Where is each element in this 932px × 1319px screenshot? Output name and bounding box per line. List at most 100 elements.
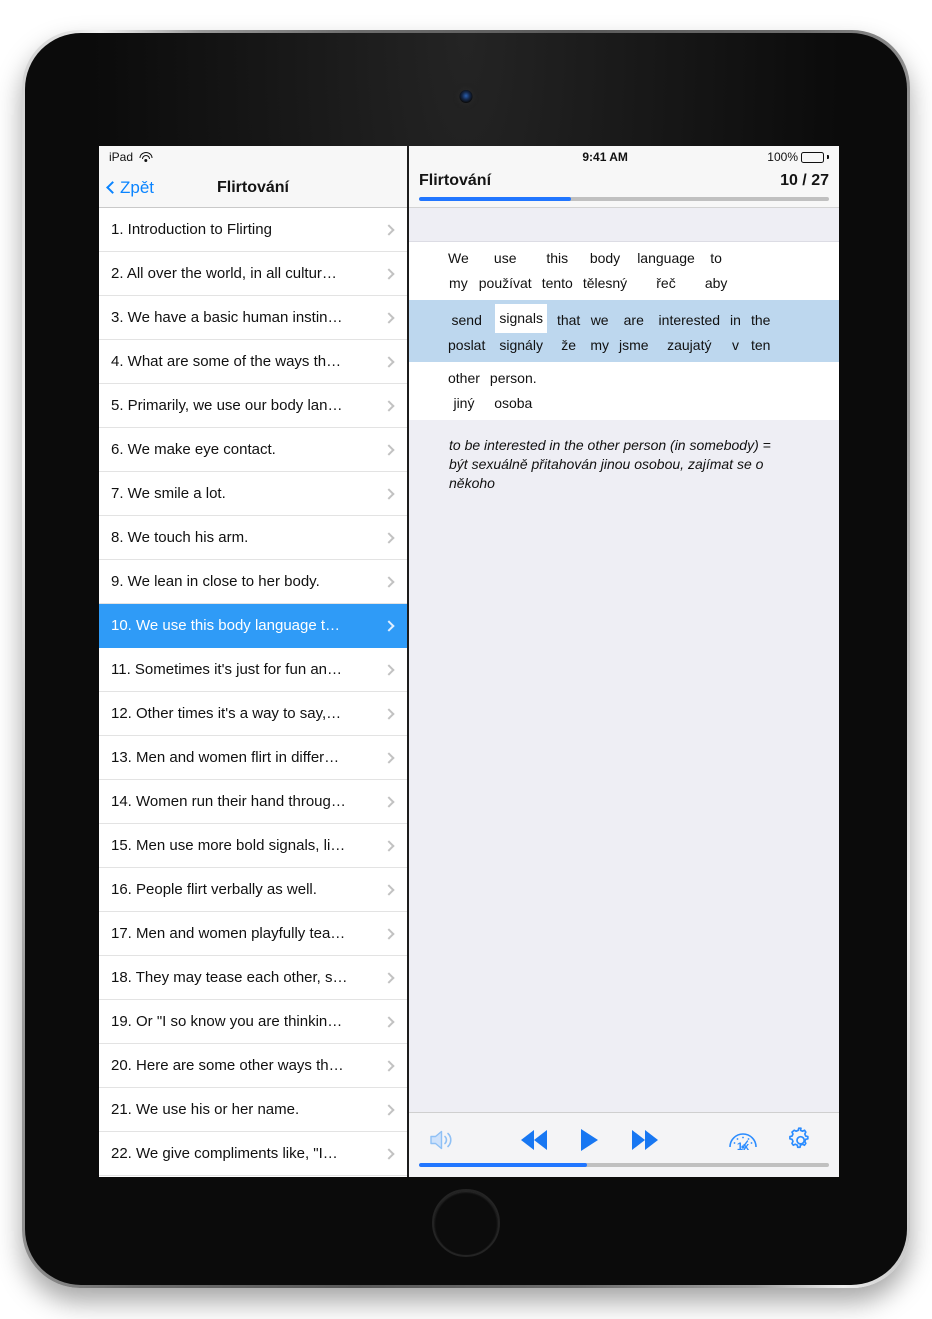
word-pair-current[interactable]: signals signály [490, 304, 552, 358]
word-pair[interactable]: this tento [537, 246, 578, 296]
chevron-right-icon [383, 443, 395, 456]
lesson-list-item[interactable]: 18. They may tease each other, s… [99, 956, 407, 1000]
lesson-list-item[interactable]: 8. We touch his arm. [99, 516, 407, 560]
lesson-list-item[interactable]: 20. Here are some other ways th… [99, 1044, 407, 1088]
word-pair[interactable]: send poslat [443, 308, 490, 358]
word-pair[interactable]: the ten [746, 308, 775, 358]
lesson-list-item-label: 13. Men and women flirt in differ… [111, 749, 340, 766]
lesson-list-item[interactable]: 12. Other times it's a way to say,… [99, 692, 407, 736]
word-translation: signály [499, 337, 543, 353]
lesson-list-item-label: 3. We have a basic human instin… [111, 309, 343, 326]
sentence-line-active[interactable]: send poslat signals signály that že we my are jsm… [409, 300, 839, 362]
chevron-right-icon [383, 311, 395, 324]
reader-header-row: Flirtování 10 / 27 [419, 172, 829, 190]
lesson-list-item-label: 17. Men and women playfully tea… [111, 925, 346, 942]
chevron-right-icon [383, 1103, 395, 1116]
word-translation: zaujatý [667, 337, 712, 353]
rewind-icon[interactable] [520, 1130, 547, 1150]
transport-controls [465, 1129, 713, 1151]
word-pair[interactable]: we my [585, 308, 614, 358]
word-translation: řeč [656, 275, 676, 291]
word-pair[interactable]: language řeč [632, 246, 700, 296]
speaker-volume-icon[interactable] [419, 1127, 465, 1153]
word-pair[interactable]: to aby [700, 246, 733, 296]
word-pair[interactable]: We my [443, 246, 474, 296]
lesson-list-item[interactable]: 11. Sometimes it's just for fun an… [99, 648, 407, 692]
lesson-list-item[interactable]: 22. We give compliments like, "I… [99, 1132, 407, 1176]
bilingual-text-block[interactable]: We my use používat this tento body tělesný langu… [409, 242, 839, 420]
status-bar-left: iPad [99, 146, 407, 168]
toolbar-buttons: 1x [419, 1119, 829, 1161]
lesson-list-item[interactable]: 13. Men and women flirt in differ… [99, 736, 407, 780]
wifi-icon [139, 151, 153, 163]
chevron-right-icon [383, 531, 395, 544]
lesson-list-item[interactable]: 3. We have a basic human instin… [99, 296, 407, 340]
lesson-list[interactable]: 1. Introduction to Flirting 2. All over t… [99, 208, 407, 1177]
chevron-right-icon [383, 267, 395, 280]
word-pair[interactable]: that že [552, 308, 585, 358]
lesson-list-item[interactable]: 2. All over the world, in all cultur… [99, 252, 407, 296]
lesson-list-item[interactable]: 5. Primarily, we use our body lan… [99, 384, 407, 428]
lesson-list-item[interactable]: 6. We make eye contact. [99, 428, 407, 472]
lesson-list-item[interactable]: 7. We smile a lot. [99, 472, 407, 516]
word-pair[interactable]: use používat [474, 246, 537, 296]
lesson-list-item[interactable]: 4. What are some of the ways th… [99, 340, 407, 384]
word-translation: aby [704, 275, 728, 291]
lesson-list-item[interactable]: 14. Women run their hand throug… [99, 780, 407, 824]
word-translation: že [561, 337, 577, 353]
ipad-screen: iPad Zpět Flirtování 1. Introduction to … [99, 146, 839, 1177]
speedometer-icon[interactable]: 1x [713, 1127, 773, 1153]
split-view: iPad Zpět Flirtování 1. Introduction to … [99, 146, 839, 1177]
page-counter: 10 / 27 [780, 172, 829, 189]
lesson-list-item-label: 11. Sometimes it's just for fun an… [111, 661, 343, 678]
word-pair[interactable]: in v [725, 308, 746, 358]
word-pair[interactable]: are jsme [614, 308, 654, 358]
back-button[interactable]: Zpět [106, 178, 154, 198]
chevron-right-icon [383, 927, 395, 940]
word-translation: my [590, 337, 609, 353]
word-source: We [448, 250, 469, 266]
lesson-list-item[interactable]: 17. Men and women playfully tea… [99, 912, 407, 956]
reader-content: We my use používat this tento body tělesný langu… [409, 208, 839, 1112]
sentence-line[interactable]: other jiný person. osoba [409, 362, 839, 420]
lesson-list-item-label: 8. We touch his arm. [111, 529, 249, 546]
word-pair[interactable]: body tělesný [578, 246, 632, 296]
note-panel: to be interested in the other person (in… [409, 420, 839, 1112]
reading-progress-bar[interactable] [419, 197, 829, 201]
lesson-list-item[interactable]: 10. We use this body language t… [99, 604, 407, 648]
lesson-list-item[interactable]: 1. Introduction to Flirting [99, 208, 407, 252]
word-pair[interactable]: interested zaujatý [654, 308, 725, 358]
lesson-list-item[interactable]: 15. Men use more bold signals, li… [99, 824, 407, 868]
word-source: this [546, 250, 569, 266]
word-source: person. [489, 370, 537, 386]
word-source: the [750, 312, 771, 328]
word-pair[interactable]: other jiný [443, 366, 485, 416]
word-translation: poslat [448, 337, 486, 353]
lesson-list-item[interactable]: 16. People flirt verbally as well. [99, 868, 407, 912]
reader-title: Flirtování [419, 172, 492, 189]
lesson-list-item[interactable]: 21. We use his or her name. [99, 1088, 407, 1132]
audio-progress-bar[interactable] [419, 1163, 829, 1167]
word-pair[interactable]: person. osoba [485, 366, 542, 416]
play-icon[interactable] [580, 1129, 598, 1151]
ipad-bezel: iPad Zpět Flirtování 1. Introduction to … [25, 33, 907, 1285]
fast-forward-icon[interactable] [631, 1130, 658, 1150]
lesson-list-item-label: 22. We give compliments like, "I… [111, 1145, 338, 1162]
word-translation: jsme [618, 337, 649, 353]
lesson-list-item[interactable]: 9. We lean in close to her body. [99, 560, 407, 604]
gear-icon[interactable] [773, 1125, 829, 1155]
word-source: body [589, 250, 621, 266]
home-button[interactable] [432, 1189, 500, 1257]
word-source: send [451, 312, 482, 328]
chevron-right-icon [383, 1059, 395, 1072]
chevron-right-icon [383, 355, 395, 368]
word-translation: v [731, 337, 739, 353]
lesson-list-item-label: 2. All over the world, in all cultur… [111, 265, 337, 282]
word-source: other [448, 370, 480, 386]
word-source: signals [495, 304, 547, 333]
status-bar-right: 9:41 AM 100% [409, 146, 839, 168]
lesson-list-item[interactable]: 19. Or "I so know you are thinkin… [99, 1000, 407, 1044]
lesson-list-item-label: 14. Women run their hand throug… [111, 793, 346, 810]
speaker-volume-glyph [430, 1130, 452, 1150]
sentence-line[interactable]: We my use používat this tento body tělesný langu… [409, 242, 839, 300]
